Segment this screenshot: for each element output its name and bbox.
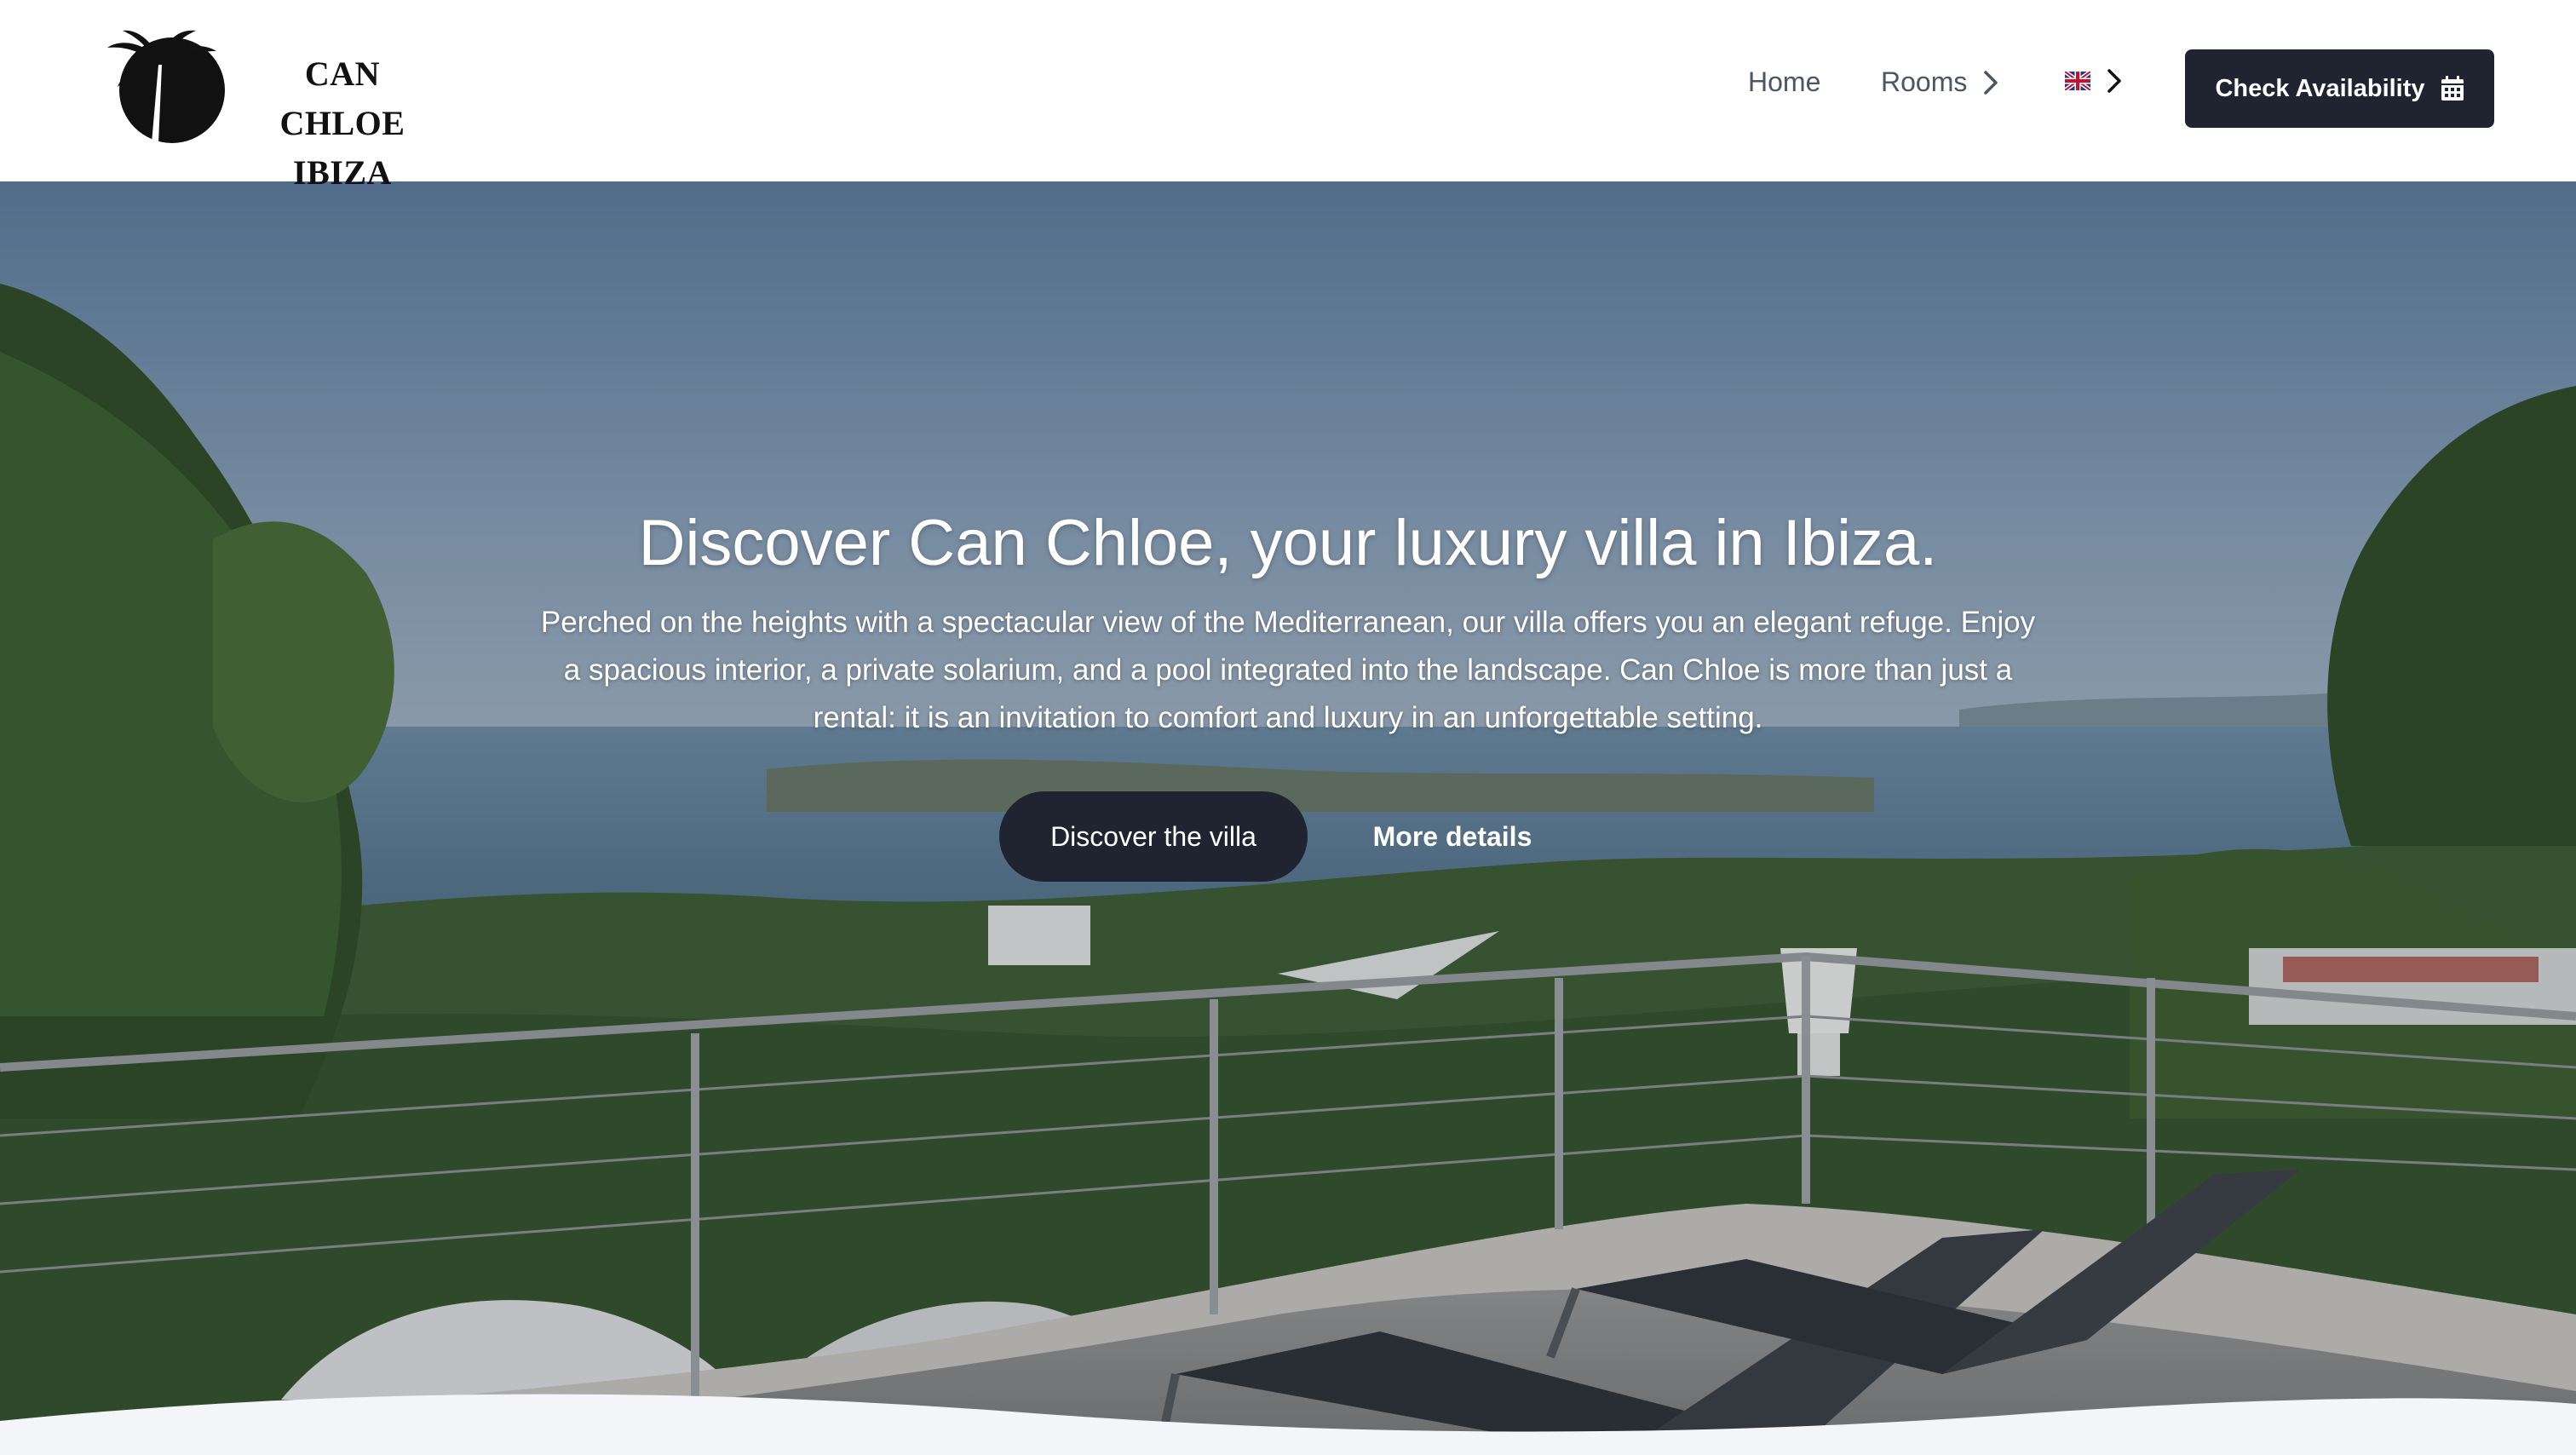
logo-wordmark: CAN CHLOE IBIZA	[240, 49, 445, 198]
chevron-right-icon	[1984, 70, 1998, 95]
logo-line-1: CAN CHLOE	[279, 55, 405, 142]
nav-rooms-label: Rooms	[1881, 66, 1968, 97]
more-details-link[interactable]: More details	[1346, 791, 1559, 882]
hero-section: Discover Can Chloe, your luxury villa in…	[0, 181, 2576, 1455]
palm-tree-sun-icon	[107, 30, 225, 143]
logo[interactable]: CAN CHLOE IBIZA	[107, 26, 440, 192]
nav-home-link[interactable]: Home	[1748, 66, 1820, 98]
calendar-icon	[2441, 76, 2464, 101]
section-divider-wave	[0, 1394, 2576, 1455]
discover-villa-button[interactable]: Discover the villa	[999, 791, 1308, 882]
site-header: CAN CHLOE IBIZA Home Rooms Check Availab…	[0, 0, 2576, 192]
check-availability-label: Check Availability	[2215, 74, 2425, 102]
nav-rooms-menu[interactable]: Rooms	[1881, 66, 1999, 98]
hero-title: Discover Can Chloe, your luxury villa in…	[638, 507, 1938, 579]
language-selector[interactable]	[2065, 68, 2123, 94]
hero-content: Discover Can Chloe, your luxury villa in…	[521, 505, 2055, 742]
logo-line-2: IBIZA	[293, 153, 392, 192]
chevron-right-icon	[2107, 69, 2121, 93]
check-availability-button[interactable]: Check Availability	[2185, 49, 2494, 128]
uk-flag-icon	[2065, 72, 2090, 90]
hero-actions: Discover the villa More details	[0, 791, 2576, 885]
hero-description: Perched on the heights with a spectacula…	[540, 606, 2036, 734]
